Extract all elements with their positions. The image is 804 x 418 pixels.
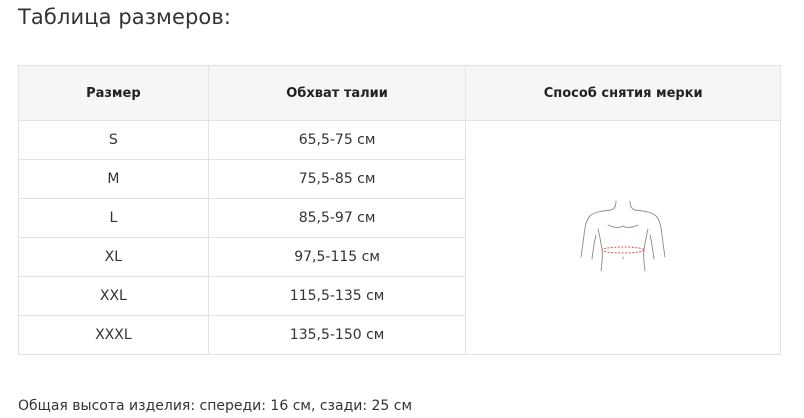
size-cell: L [18, 198, 209, 238]
size-cell: S [18, 120, 209, 160]
column-header-size: Размер [18, 65, 209, 121]
size-cell: XXXL [18, 315, 209, 355]
size-cell: XL [18, 237, 209, 277]
waist-cell: 85,5-97 см [207, 198, 467, 238]
waist-cell: 115,5-135 см [207, 276, 467, 316]
waist-cell: 135,5-150 см [207, 315, 467, 355]
column-header-method: Способ снятия мерки [465, 65, 781, 121]
waist-measure-line [601, 246, 645, 253]
table-header-row: Размер Обхват талии Способ снятия мерки [18, 65, 781, 121]
column-header-waist: Обхват талии [207, 65, 467, 121]
page-title: Таблица размеров: [18, 5, 232, 29]
measurement-method-cell [465, 120, 781, 355]
size-cell: XXL [18, 276, 209, 316]
waist-cell: 65,5-75 см [207, 120, 467, 160]
size-cell: M [18, 159, 209, 199]
waist-cell: 75,5-85 см [207, 159, 467, 199]
table-row: S 65,5-75 см [18, 120, 781, 355]
size-chart-table: Размер Обхват талии Способ снятия мерки … [18, 65, 781, 355]
product-height-note: Общая высота изделия: спереди: 16 см, сз… [18, 398, 413, 414]
torso-waist-measure-icon [580, 200, 666, 271]
waist-cell: 97,5-115 см [207, 237, 467, 277]
